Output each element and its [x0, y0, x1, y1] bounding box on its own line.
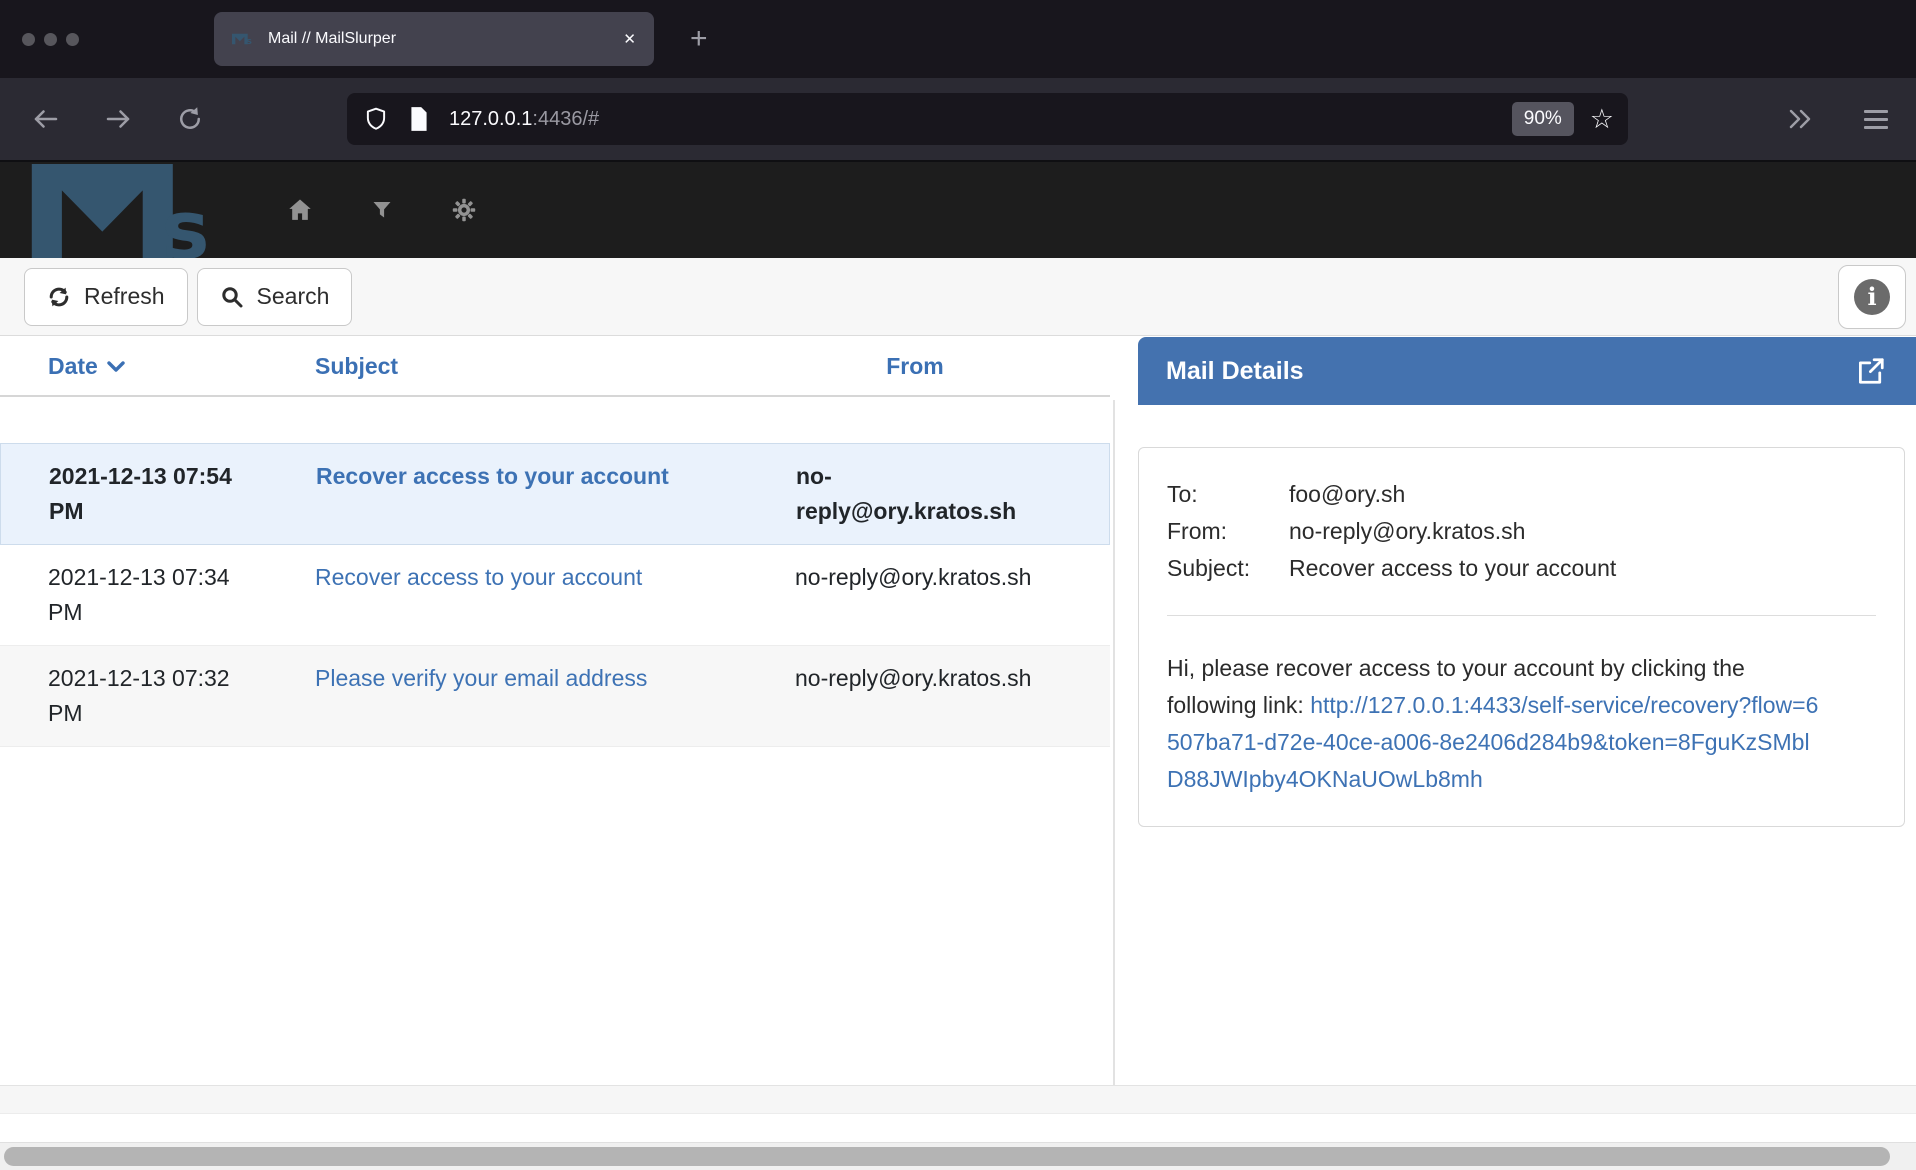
mail-details-title: Mail Details [1166, 357, 1304, 386]
column-header-subject[interactable]: Subject [315, 353, 795, 380]
tab-title: Mail // MailSlurper [268, 30, 613, 48]
filter-button[interactable] [367, 195, 397, 225]
info-button[interactable]: i [1838, 265, 1906, 329]
window-dot[interactable] [66, 33, 79, 46]
from-value: no-reply@ory.kratos.sh [1289, 513, 1525, 550]
sort-chevron-down-icon [107, 360, 125, 373]
column-header-date[interactable]: Date [0, 353, 315, 380]
reload-icon [175, 104, 205, 134]
page-toolbar: Refresh Search i [0, 258, 1916, 336]
filter-funnel-icon [370, 198, 394, 222]
home-button[interactable] [285, 195, 315, 225]
mail-body: Hi, please recover access to your accoun… [1167, 650, 1822, 798]
mail-date: 2021-12-13 07:34 PM [0, 560, 315, 630]
reload-button[interactable] [168, 97, 212, 141]
browser-tab[interactable]: s Mail // MailSlurper ✕ [214, 12, 654, 66]
url-host: 127.0.0.1 [449, 108, 532, 130]
refresh-button[interactable]: Refresh [24, 268, 188, 326]
subject-value: Recover access to your account [1289, 550, 1616, 587]
column-header-from[interactable]: From [795, 353, 1110, 380]
shield-icon[interactable] [363, 106, 389, 132]
mail-subject: Recover access to your account [315, 560, 795, 630]
mail-from: no-reply@ory.kratos.sh [795, 560, 1110, 630]
horizontal-scrollbar[interactable] [0, 1142, 1916, 1170]
mail-date: 2021-12-13 07:54 PM [1, 459, 316, 529]
bookmark-star-icon[interactable]: ☆ [1590, 106, 1614, 133]
refresh-icon [47, 285, 71, 309]
mailslurper-favicon: s [232, 29, 254, 49]
to-label: To: [1167, 476, 1289, 513]
window-dot[interactable] [22, 33, 35, 46]
mail-row[interactable]: 2021-12-13 07:32 PM Please verify your e… [0, 646, 1110, 747]
page-bottom-strip [0, 1085, 1916, 1113]
settings-button[interactable] [449, 195, 479, 225]
mail-row-selected[interactable]: 2021-12-13 07:54 PM Recover access to yo… [0, 443, 1110, 545]
tab-close-icon[interactable]: ✕ [623, 30, 636, 48]
mailslurper-logo: s [28, 164, 233, 258]
window-dot[interactable] [44, 33, 57, 46]
mail-subject: Please verify your email address [315, 661, 795, 731]
refresh-label: Refresh [84, 283, 165, 310]
svg-text:s: s [246, 37, 251, 47]
mail-subject-link[interactable]: Recover access to your account [315, 564, 642, 590]
footer-strip [0, 1113, 1916, 1142]
panel-divider [1113, 400, 1115, 1113]
mail-details-header: Mail Details [1138, 337, 1916, 405]
mail-from: no-reply@ory.kratos.sh [795, 661, 1110, 731]
forward-arrow-icon [103, 104, 133, 134]
logo-letter-s: s [162, 184, 210, 258]
info-icon: i [1854, 279, 1890, 315]
mail-date: 2021-12-13 07:32 PM [0, 661, 315, 731]
page-info-icon[interactable] [407, 106, 431, 132]
mail-row[interactable]: 2021-12-13 07:34 PM Recover access to yo… [0, 545, 1110, 646]
new-tab-button[interactable]: + [690, 24, 708, 54]
to-value: foo@ory.sh [1289, 476, 1405, 513]
detail-from-row: From: no-reply@ory.kratos.sh [1167, 513, 1876, 550]
tab-bar: s Mail // MailSlurper ✕ + [0, 0, 1916, 78]
app-navbar: s [0, 162, 1916, 258]
card-divider [1167, 615, 1876, 616]
forward-button[interactable] [96, 97, 140, 141]
date-header-label: Date [48, 353, 98, 380]
url-text[interactable]: 127.0.0.1:4436/# [449, 108, 599, 131]
detail-subject-row: Subject: Recover access to your account [1167, 550, 1876, 587]
hamburger-menu-button[interactable] [1864, 110, 1888, 129]
open-external-icon[interactable] [1856, 356, 1886, 386]
from-label: From: [1167, 513, 1289, 550]
mail-subject: Recover access to your account [316, 459, 796, 529]
search-button[interactable]: Search [197, 268, 353, 326]
mail-list-header: Date Subject From [0, 336, 1110, 397]
content-area: Date Subject From 2021-12-13 07:54 PM Re… [0, 336, 1916, 1085]
mail-details-card: To: foo@ory.sh From: no-reply@ory.kratos… [1138, 447, 1905, 827]
home-icon [286, 196, 314, 224]
mail-subject-link[interactable]: Please verify your email address [315, 665, 647, 691]
zoom-level-badge[interactable]: 90% [1512, 102, 1574, 136]
search-label: Search [257, 283, 330, 310]
mail-list: Date Subject From 2021-12-13 07:54 PM Re… [0, 336, 1110, 747]
back-button[interactable] [24, 97, 68, 141]
back-arrow-icon [31, 104, 61, 134]
browser-window: s Mail // MailSlurper ✕ + [0, 0, 1916, 1170]
overflow-menu-button[interactable] [1778, 97, 1822, 141]
url-path: :4436/# [532, 108, 599, 130]
detail-to-row: To: foo@ory.sh [1167, 476, 1876, 513]
subject-label: Subject: [1167, 550, 1289, 587]
mail-rows: 2021-12-13 07:54 PM Recover access to yo… [0, 443, 1110, 747]
mail-subject-link[interactable]: Recover access to your account [316, 463, 669, 489]
double-chevron-icon [1785, 106, 1815, 132]
browser-toolbar: 127.0.0.1:4436/# 90% ☆ [0, 78, 1916, 162]
window-controls[interactable] [22, 33, 79, 46]
scrollbar-thumb[interactable] [4, 1147, 1890, 1166]
appbar-icons [285, 162, 479, 258]
mail-from: no-reply@ory.kratos.sh [796, 459, 1109, 529]
url-bar[interactable]: 127.0.0.1:4436/# 90% ☆ [347, 93, 1628, 145]
gear-icon [450, 196, 478, 224]
search-icon [220, 285, 244, 309]
